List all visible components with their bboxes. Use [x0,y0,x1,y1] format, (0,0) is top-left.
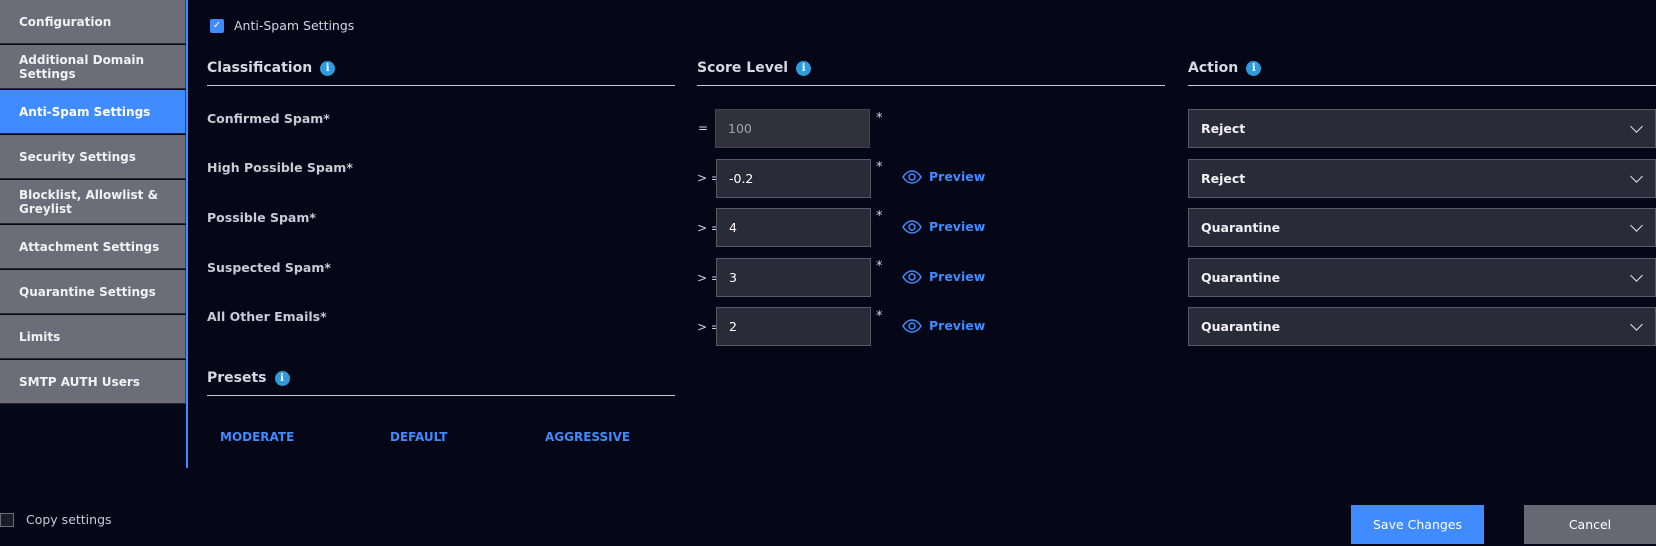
score-level-divider [697,85,1165,86]
action-select-all-other-emails[interactable]: Quarantine [1188,307,1656,346]
preview-link-all-other-emails[interactable]: Preview [902,318,985,333]
sidebar-item-configuration[interactable]: Configuration [0,0,186,44]
sidebar-item-anti-spam-settings[interactable]: Anti-Spam Settings [0,90,186,134]
anti-spam-toggle-label: Anti-Spam Settings [234,18,355,33]
sidebar-item-limits[interactable]: Limits [0,315,186,359]
action-select-confirmed-spam[interactable]: Reject [1188,109,1656,148]
settings-sidebar: Configuration Additional Domain Settings… [0,0,188,468]
score-input-confirmed-spam[interactable]: 100 [715,109,870,148]
classification-title: Classification [207,60,313,76]
preview-label: Preview [929,318,986,333]
action-select-suspected-spam[interactable]: Quarantine [1188,258,1656,297]
score-input-suspected-spam[interactable]: 3 [716,258,871,297]
required-marker: * [876,209,883,224]
preview-label: Preview [929,169,986,184]
eye-icon [902,169,922,184]
required-marker: * [876,259,883,274]
checkbox-unchecked-icon[interactable] [0,512,14,527]
preset-aggressive-button[interactable]: AGGRESSIVE [545,430,630,444]
action-divider [1188,85,1656,86]
presets-title: Presets [207,370,267,386]
preview-label: Preview [929,219,986,234]
checkbox-checked-icon[interactable]: ✓ [210,18,224,33]
score-operator: = [698,121,709,135]
required-marker: * [876,160,883,175]
save-changes-button[interactable]: Save Changes [1351,505,1484,544]
preview-link-high-possible-spam[interactable]: Preview [902,169,985,184]
chevron-down-icon [1630,268,1643,282]
action-select-value: Quarantine [1201,220,1281,235]
score-input-all-other-emails[interactable]: 2 [716,307,871,346]
anti-spam-toggle[interactable]: ✓ Anti-Spam Settings [210,18,354,33]
score-level-title: Score Level [697,60,789,76]
presets-header: Presets i [207,370,290,386]
info-icon[interactable]: i [796,60,812,76]
chevron-down-icon [1630,317,1643,331]
required-marker: * [876,309,883,324]
action-select-value: Quarantine [1201,319,1281,334]
action-select-value: Reject [1201,121,1246,136]
copy-settings-label: Copy settings [26,512,112,527]
copy-settings-toggle[interactable]: Copy settings [0,512,112,527]
action-header: Action i [1188,60,1262,76]
eye-icon [902,219,922,234]
score-input-possible-spam[interactable]: 4 [716,208,871,247]
cancel-button[interactable]: Cancel [1524,505,1656,544]
score-input-high-possible-spam[interactable]: -0.2 [716,159,871,198]
sidebar-item-blocklist-allowlist-greylist[interactable]: Blocklist, Allowlist & Greylist [0,180,186,224]
eye-icon [902,269,922,284]
sidebar-item-additional-domain-settings[interactable]: Additional Domain Settings [0,45,186,89]
action-title: Action [1188,60,1239,76]
eye-icon [902,318,922,333]
row-label-all-other-emails: All Other Emails* [207,309,327,324]
classification-divider [207,85,675,86]
action-select-possible-spam[interactable]: Quarantine [1188,208,1656,247]
chevron-down-icon [1630,119,1643,133]
row-label-high-possible-spam: High Possible Spam* [207,160,353,175]
sidebar-item-attachment-settings[interactable]: Attachment Settings [0,225,186,269]
required-marker: * [876,111,883,126]
info-icon[interactable]: i [320,60,336,76]
row-label-possible-spam: Possible Spam* [207,210,316,225]
action-select-value: Reject [1201,171,1246,186]
chevron-down-icon [1630,218,1643,232]
row-label-confirmed-spam: Confirmed Spam* [207,111,330,126]
preview-link-suspected-spam[interactable]: Preview [902,269,985,284]
preset-moderate-button[interactable]: MODERATE [220,430,294,444]
preset-default-button[interactable]: DEFAULT [390,430,448,444]
preview-link-possible-spam[interactable]: Preview [902,219,985,234]
sidebar-item-security-settings[interactable]: Security Settings [0,135,186,179]
info-icon[interactable]: i [274,370,290,386]
preview-label: Preview [929,269,986,284]
sidebar-item-quarantine-settings[interactable]: Quarantine Settings [0,270,186,314]
classification-header: Classification i [207,60,336,76]
presets-divider [207,395,675,396]
chevron-down-icon [1630,169,1643,183]
row-label-suspected-spam: Suspected Spam* [207,260,331,275]
info-icon[interactable]: i [1246,60,1262,76]
action-select-high-possible-spam[interactable]: Reject [1188,159,1656,198]
score-level-header: Score Level i [697,60,812,76]
sidebar-item-smtp-auth-users[interactable]: SMTP AUTH Users [0,360,186,404]
action-select-value: Quarantine [1201,270,1281,285]
